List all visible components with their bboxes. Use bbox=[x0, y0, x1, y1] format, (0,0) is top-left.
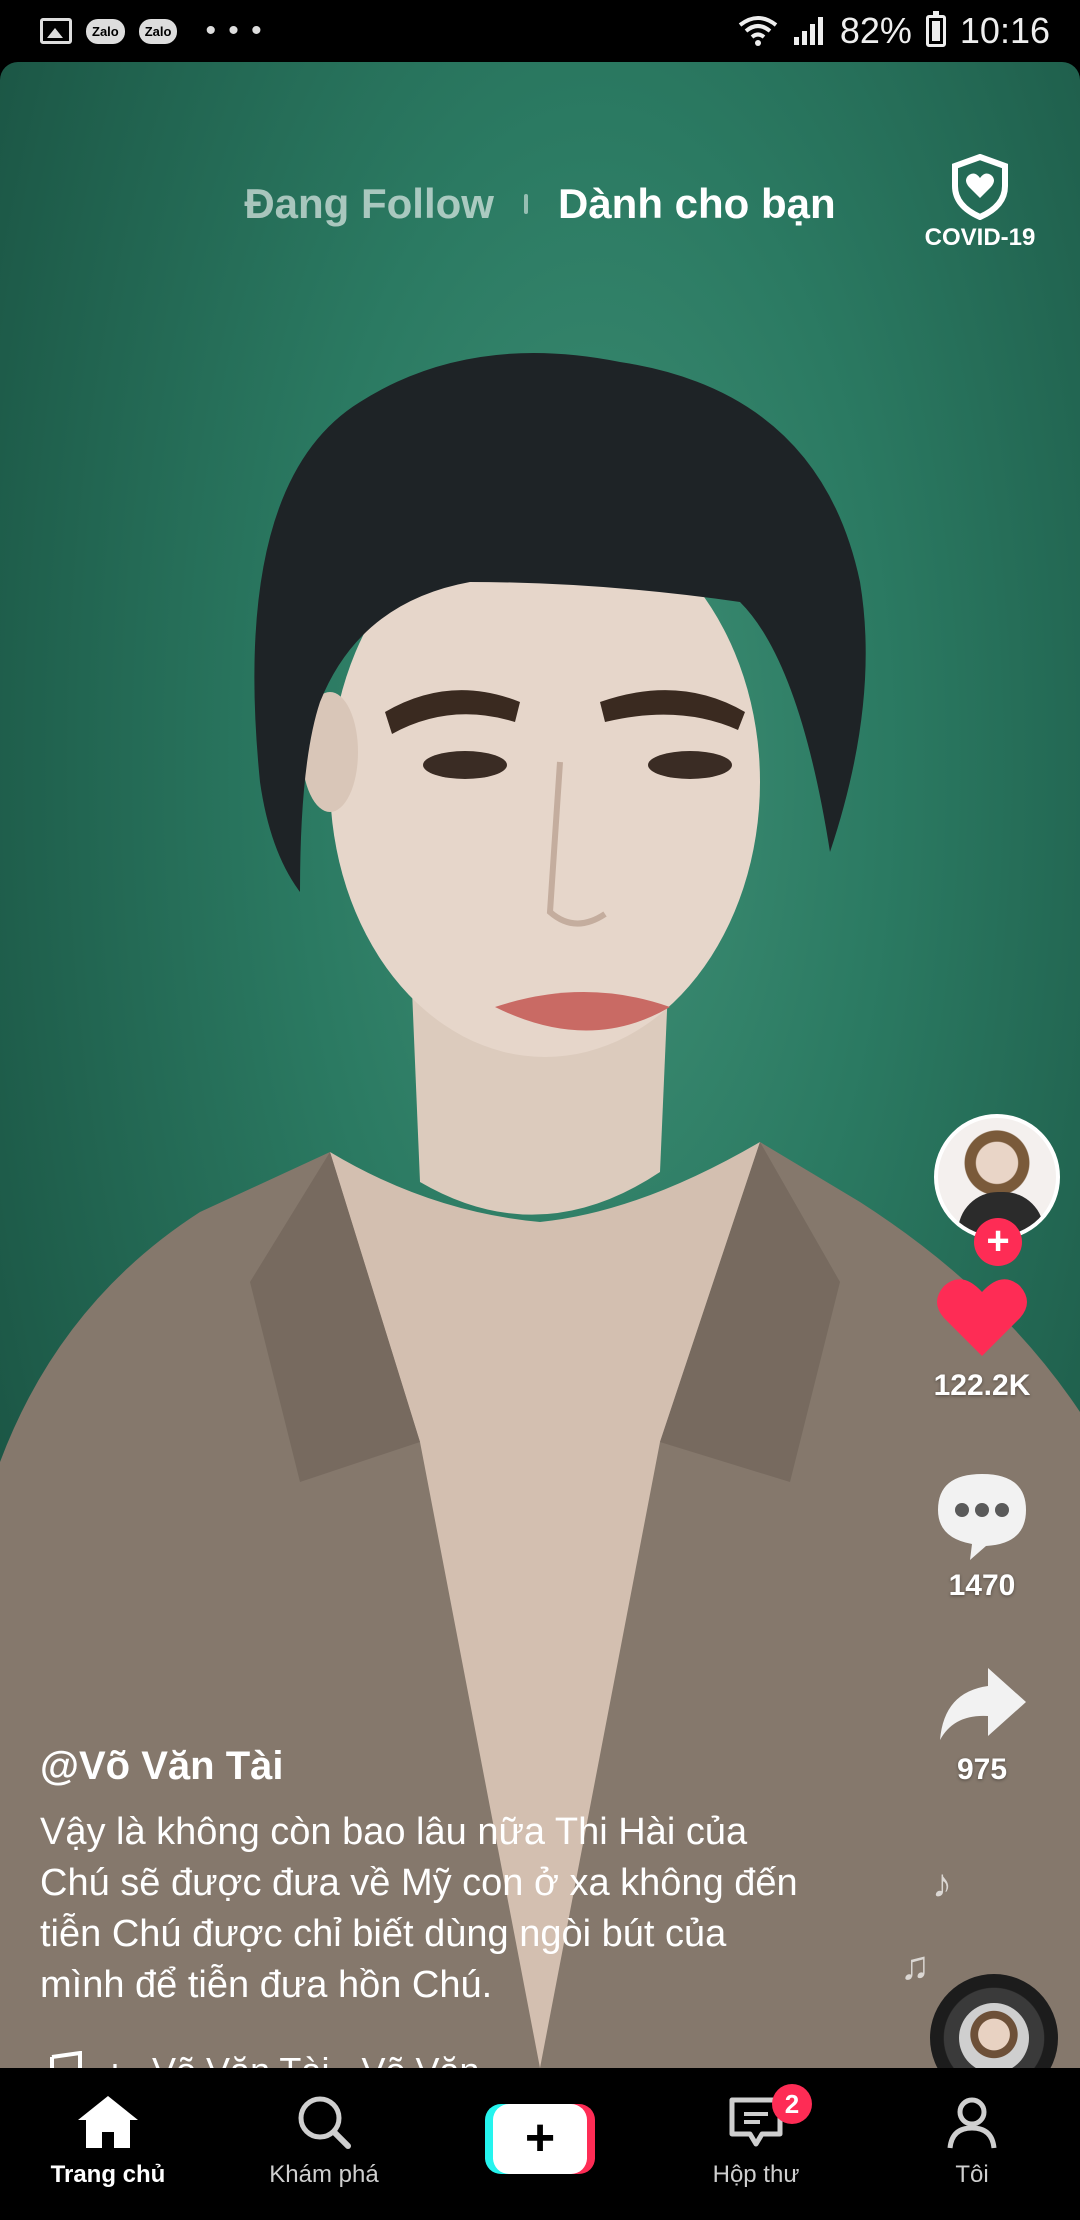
home-icon bbox=[78, 2096, 138, 2148]
shield-heart-icon bbox=[952, 154, 1008, 220]
nav-home-label: Trang chủ bbox=[50, 2161, 166, 2188]
status-left: Zalo Zalo • • • bbox=[40, 14, 264, 47]
create-icon: + bbox=[493, 2104, 587, 2174]
signal-icon bbox=[793, 17, 823, 45]
status-bar: Zalo Zalo • • • 82% 10:16 bbox=[0, 0, 1080, 62]
floating-note-icon: ♫ bbox=[900, 1944, 930, 1988]
nav-discover[interactable]: Khám phá bbox=[234, 2094, 414, 2189]
nav-inbox[interactable]: 2 Hộp thư bbox=[666, 2084, 846, 2189]
nav-profile[interactable]: Tôi bbox=[882, 2094, 1062, 2189]
tab-divider bbox=[523, 194, 528, 214]
follow-button[interactable]: + bbox=[974, 1218, 1022, 1266]
more-dots-icon: • • • bbox=[205, 14, 264, 47]
covid-label: COVID-19 bbox=[924, 224, 1036, 251]
zalo-icon: Zalo bbox=[86, 18, 125, 44]
creator-username[interactable]: @Võ Văn Tài bbox=[40, 1744, 810, 1789]
gallery-icon bbox=[40, 18, 72, 44]
bottom-nav: Trang chủ Khám phá + 2 Hộp thư Tôi bbox=[0, 2068, 1080, 2220]
heart-icon bbox=[937, 1279, 1027, 1356]
inbox-badge: 2 bbox=[772, 2084, 812, 2124]
tab-for-you[interactable]: Dành cho bạn bbox=[558, 180, 836, 228]
share-button[interactable]: 975 bbox=[902, 1664, 1062, 1787]
status-right: 82% 10:16 bbox=[738, 10, 1050, 52]
share-count: 975 bbox=[956, 1753, 1008, 1786]
comment-icon bbox=[938, 1474, 1026, 1560]
create-button[interactable]: + bbox=[485, 2104, 595, 2174]
post-caption: @Võ Văn Tài Vậy là không còn bao lâu nữa… bbox=[40, 1744, 810, 2011]
comment-button[interactable]: 1470 bbox=[902, 1470, 1062, 1603]
battery-percent: 82% bbox=[839, 10, 912, 51]
wifi-icon bbox=[738, 16, 778, 46]
sound-title: ı - Võ Văn Tài - Võ Văn bbox=[110, 2050, 480, 2068]
creator-avatar[interactable]: + bbox=[934, 1114, 1064, 1266]
nav-home[interactable]: Trang chủ bbox=[18, 2094, 198, 2189]
covid-button[interactable]: COVID-19 bbox=[920, 154, 1040, 252]
search-icon bbox=[298, 2096, 351, 2149]
clock: 10:16 bbox=[959, 10, 1050, 51]
sound-disc-cover bbox=[959, 2003, 1029, 2068]
zalo-icon: Zalo bbox=[138, 18, 178, 44]
like-count: 122.2K bbox=[933, 1369, 1031, 1402]
sound-info[interactable]: ı - Võ Văn Tài - Võ Văn bbox=[40, 2050, 480, 2068]
comment-count: 1470 bbox=[948, 1569, 1016, 1602]
share-arrow-icon bbox=[940, 1668, 1026, 1740]
battery-icon bbox=[925, 11, 946, 47]
feed-tabs: Đang Follow Dành cho bạn bbox=[0, 174, 1080, 234]
nav-profile-label: Tôi bbox=[955, 2161, 989, 2188]
nav-inbox-label: Hộp thư bbox=[712, 2161, 800, 2188]
music-note-icon bbox=[50, 2051, 82, 2068]
nav-create[interactable]: + bbox=[450, 2094, 630, 2174]
post-description: Vậy là không còn bao lâu nữa Thi Hài của… bbox=[40, 1811, 798, 2006]
video-player[interactable]: Đang Follow Dành cho bạn COVID-19 + 122.… bbox=[0, 62, 1080, 2068]
nav-discover-label: Khám phá bbox=[269, 2161, 379, 2188]
tab-following[interactable]: Đang Follow bbox=[244, 180, 494, 228]
floating-note-icon: ♪ bbox=[932, 1862, 952, 1906]
like-button[interactable]: 122.2K bbox=[902, 1272, 1062, 1403]
profile-icon bbox=[947, 2097, 997, 2149]
